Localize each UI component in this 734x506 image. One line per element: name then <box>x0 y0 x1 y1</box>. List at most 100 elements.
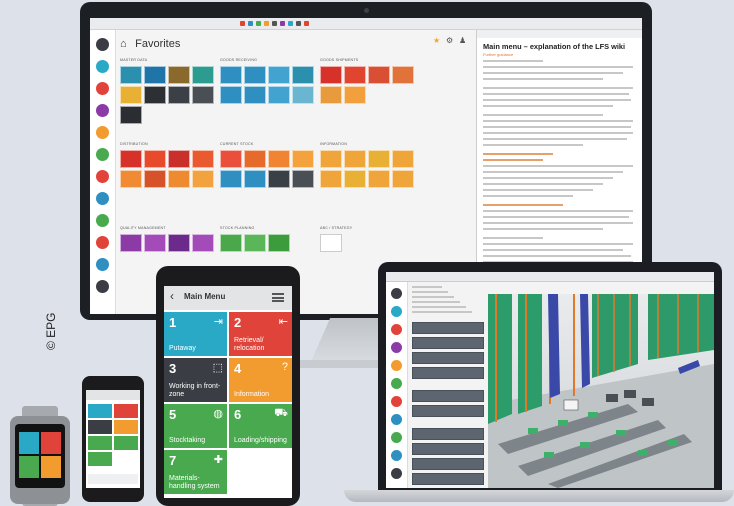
favorite-tile[interactable] <box>268 170 290 188</box>
panel-command-button[interactable] <box>412 473 484 485</box>
favorite-tile[interactable] <box>192 66 214 84</box>
mini-tile[interactable] <box>88 436 112 450</box>
panel-command-button[interactable] <box>412 390 484 402</box>
favorite-tile[interactable] <box>144 170 166 188</box>
main-menu-tile-4[interactable]: 4? Information <box>229 358 292 402</box>
favorite-tile[interactable] <box>268 86 290 104</box>
favorite-tile[interactable] <box>120 234 142 252</box>
panel-command-button[interactable] <box>412 322 484 334</box>
favorite-tile[interactable] <box>168 170 190 188</box>
panel-command-button[interactable] <box>412 352 484 364</box>
favorite-tile[interactable] <box>220 170 242 188</box>
rail-menu-icon[interactable] <box>96 126 109 139</box>
favorite-tile[interactable] <box>168 86 190 104</box>
favorite-tile[interactable] <box>120 150 142 168</box>
toolbar-icon[interactable] <box>272 21 277 26</box>
favorite-tile[interactable] <box>368 170 390 188</box>
favorite-tile[interactable] <box>244 150 266 168</box>
favorite-tile[interactable] <box>392 150 414 168</box>
favorite-tile[interactable] <box>192 86 214 104</box>
rail-menu-icon[interactable] <box>391 378 402 389</box>
favorite-tile[interactable] <box>320 150 342 168</box>
back-chevron-icon[interactable]: ‹ <box>170 289 174 303</box>
panel-command-button[interactable] <box>412 337 484 349</box>
rail-menu-icon[interactable] <box>96 60 109 73</box>
favorite-tile[interactable] <box>192 150 214 168</box>
toolbar-icon[interactable] <box>280 21 285 26</box>
rail-menu-icon[interactable] <box>96 214 109 227</box>
rail-menu-icon[interactable] <box>96 170 109 183</box>
favorite-tile[interactable] <box>168 234 190 252</box>
favorite-tile[interactable] <box>120 86 142 104</box>
rail-menu-icon[interactable] <box>96 192 109 205</box>
rail-menu-icon[interactable] <box>96 38 109 51</box>
share-icon[interactable]: ⚙ <box>446 36 453 45</box>
panel-command-button[interactable] <box>412 428 484 440</box>
favorite-tile[interactable] <box>220 150 242 168</box>
favorite-tile[interactable] <box>244 170 266 188</box>
user-icon[interactable]: ♟ <box>459 36 466 45</box>
rail-menu-icon[interactable] <box>391 396 402 407</box>
favorite-tile[interactable] <box>168 66 190 84</box>
rail-menu-icon[interactable] <box>391 450 402 461</box>
rail-menu-icon[interactable] <box>96 280 109 293</box>
favorite-tile[interactable] <box>144 66 166 84</box>
main-menu-tile-1[interactable]: 1 ⇥ Putaway <box>164 312 227 356</box>
favorite-tile[interactable] <box>344 150 366 168</box>
star-icon[interactable]: ★ <box>433 36 440 45</box>
favorite-tile[interactable] <box>244 234 266 252</box>
main-menu-tile-7[interactable]: 7 ✚ Materials-handling system <box>164 450 227 494</box>
watch-tile[interactable] <box>19 456 39 478</box>
favorite-tile[interactable] <box>144 234 166 252</box>
main-menu-tile-3[interactable]: 3 ⬚ Working in front-zone <box>164 358 227 402</box>
panel-command-button[interactable] <box>412 367 484 379</box>
watch-tile[interactable] <box>19 432 39 454</box>
favorite-tile[interactable] <box>120 106 142 124</box>
toolbar-icon[interactable] <box>240 21 245 26</box>
toolbar-icon[interactable] <box>256 21 261 26</box>
rail-menu-icon[interactable] <box>391 324 402 335</box>
rail-menu-icon[interactable] <box>391 360 402 371</box>
watch-tile[interactable] <box>41 456 61 478</box>
favorite-tile[interactable] <box>320 170 342 188</box>
panel-command-button[interactable] <box>412 458 484 470</box>
favorite-tile[interactable] <box>120 170 142 188</box>
mini-tile[interactable] <box>114 404 138 418</box>
favorite-tile[interactable] <box>392 170 414 188</box>
rail-menu-icon[interactable] <box>391 342 402 353</box>
favorite-tile[interactable] <box>392 66 414 84</box>
rail-menu-icon[interactable] <box>391 432 402 443</box>
mini-tile[interactable] <box>88 420 112 434</box>
toolbar-icon[interactable] <box>288 21 293 26</box>
favorite-tile[interactable] <box>192 170 214 188</box>
main-menu-tile-6[interactable]: 6 ⛟ Loading/shipping <box>229 404 292 448</box>
rail-menu-icon[interactable] <box>391 306 402 317</box>
favorite-tile[interactable] <box>120 66 142 84</box>
toolbar-icon[interactable] <box>296 21 301 26</box>
warehouse-3d-view[interactable] <box>488 294 714 488</box>
favorite-tile[interactable] <box>244 66 266 84</box>
favorite-tile[interactable] <box>320 66 342 84</box>
mini-tile[interactable] <box>114 420 138 434</box>
rail-menu-icon[interactable] <box>391 414 402 425</box>
favorite-tile[interactable] <box>192 234 214 252</box>
rail-menu-icon[interactable] <box>96 258 109 271</box>
mini-tile[interactable] <box>114 436 138 450</box>
rail-menu-icon[interactable] <box>96 148 109 161</box>
favorite-tile[interactable] <box>292 170 314 188</box>
favorite-tile[interactable] <box>320 86 342 104</box>
favorite-tile[interactable] <box>220 66 242 84</box>
favorite-tile[interactable] <box>292 150 314 168</box>
main-menu-tile-2[interactable]: 2 ⇤ Retrieval/ relocation <box>229 312 292 356</box>
favorite-tile[interactable] <box>368 150 390 168</box>
favorite-tile[interactable] <box>268 66 290 84</box>
panel-command-button[interactable] <box>412 443 484 455</box>
toolbar-icon[interactable] <box>304 21 309 26</box>
favorite-tile[interactable] <box>368 66 390 84</box>
panel-command-button[interactable] <box>412 405 484 417</box>
favorite-tile[interactable] <box>292 66 314 84</box>
favorite-tile[interactable] <box>268 234 290 252</box>
toolbar-icon[interactable] <box>248 21 253 26</box>
favorite-tile[interactable] <box>320 234 342 252</box>
favorite-tile[interactable] <box>344 86 366 104</box>
